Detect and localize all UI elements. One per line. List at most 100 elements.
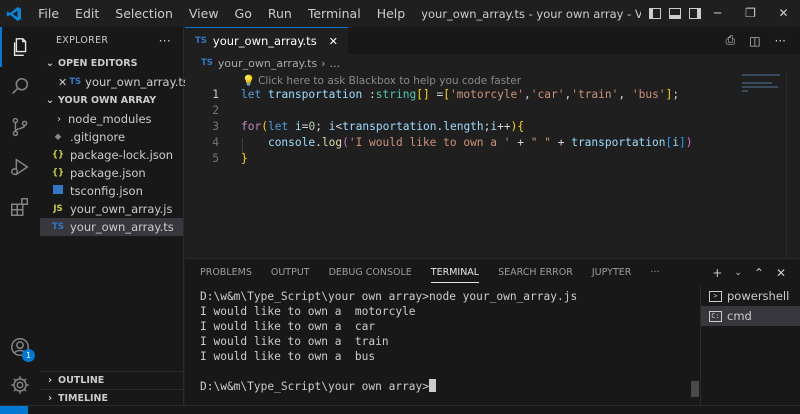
- line-number: 5: [212, 151, 219, 165]
- chevron-down-icon[interactable]: ⌄: [734, 268, 742, 278]
- tree-item-js-file[interactable]: JS your_own_array.js: [40, 200, 183, 218]
- explorer-title: EXPLORER: [56, 35, 109, 46]
- tree-item-node-modules[interactable]: › node_modules: [40, 110, 183, 128]
- bottom-panel: PROBLEMS OUTPUT DEBUG CONSOLE TERMINAL S…: [185, 258, 800, 406]
- editor-actions: ⎙ ◫ ···: [726, 27, 800, 54]
- terminal-line: I would like to own a train: [200, 335, 389, 348]
- status-bar: [0, 405, 800, 414]
- close-panel-icon[interactable]: ✕: [776, 266, 786, 280]
- tree-item-tsconfig[interactable]: tsconfig.json: [40, 182, 183, 200]
- chevron-right-icon: ›: [47, 393, 53, 404]
- panel-actions: + ⌄ ⌃ ✕: [712, 259, 786, 286]
- editor-scrollbar[interactable]: [786, 72, 800, 258]
- outline-section[interactable]: › OUTLINE: [40, 371, 184, 389]
- menu-edit[interactable]: Edit: [67, 0, 107, 27]
- menu-help[interactable]: Help: [369, 0, 414, 27]
- open-editor-label: your_own_array.ts: [85, 75, 189, 89]
- remote-indicator[interactable]: [0, 406, 28, 414]
- menu-go[interactable]: Go: [227, 0, 260, 27]
- source-control-icon[interactable]: [0, 107, 40, 147]
- close-icon[interactable]: ✕: [58, 76, 67, 89]
- more-actions-icon[interactable]: ···: [775, 34, 786, 48]
- menu-selection[interactable]: Selection: [107, 0, 181, 27]
- tab-search-error[interactable]: SEARCH ERROR: [498, 259, 573, 286]
- terminal-line: I would like to own a motorcyle: [200, 305, 416, 318]
- breadcrumb-file[interactable]: your_own_array.ts: [218, 57, 317, 70]
- tree-item-ts-file[interactable]: TS your_own_array.ts: [40, 218, 183, 236]
- files-icon[interactable]: [0, 27, 40, 67]
- close-icon[interactable]: ✕: [329, 35, 338, 48]
- menu-bar: File Edit Selection View Go Run Terminal…: [30, 0, 413, 27]
- menu-view[interactable]: View: [181, 0, 227, 27]
- run-debug-icon[interactable]: [0, 147, 40, 187]
- code-line: 3 for(let i=0; i<transportation.length;i…: [185, 118, 524, 134]
- accounts-icon[interactable]: 1: [0, 327, 40, 367]
- line-number: 1: [212, 87, 219, 101]
- folder-label: YOUR OWN ARRAY: [58, 95, 157, 106]
- menu-terminal[interactable]: Terminal: [300, 0, 369, 27]
- search-icon[interactable]: [0, 67, 40, 107]
- editor-tab-bar: TS your_own_array.ts ✕ ⎙ ◫ ···: [185, 27, 800, 54]
- terminal-line: D:\w&m\Type_Script\your own array>node y…: [200, 290, 578, 303]
- close-window-icon[interactable]: ✕: [767, 0, 800, 27]
- blackbox-icon[interactable]: ⎙: [726, 33, 736, 48]
- code-line: 5 }: [185, 150, 248, 166]
- window-controls: ─ ❐ ✕: [701, 0, 800, 27]
- timeline-label: TIMELINE: [58, 393, 108, 404]
- menu-file[interactable]: File: [30, 0, 67, 27]
- settings-icon[interactable]: [0, 365, 40, 405]
- editor-tab[interactable]: TS your_own_array.ts ✕: [185, 27, 348, 54]
- tab-terminal[interactable]: TERMINAL: [430, 259, 480, 286]
- terminal-output[interactable]: D:\w&m\Type_Script\your own array>node y…: [200, 289, 700, 394]
- maximize-panel-icon[interactable]: ⌃: [754, 266, 764, 280]
- open-editors-label: OPEN EDITORS: [58, 58, 138, 69]
- split-editor-icon[interactable]: ◫: [749, 34, 760, 48]
- toggle-secondary-sidebar-icon[interactable]: [689, 8, 701, 19]
- code-line: 2: [185, 102, 241, 118]
- tsconfig-file-icon: [50, 185, 66, 197]
- minimize-icon[interactable]: ─: [701, 0, 734, 27]
- new-terminal-icon[interactable]: +: [712, 266, 722, 280]
- chevron-right-icon: ›: [321, 56, 326, 70]
- terminal-item-cmd[interactable]: C: cmd: [701, 306, 800, 326]
- menu-run[interactable]: Run: [260, 0, 300, 27]
- toggle-sidebar-icon[interactable]: [649, 8, 661, 19]
- terminal-item-label: powershell: [727, 289, 790, 303]
- explorer-header: EXPLORER ···: [40, 27, 183, 54]
- layout-controls: [649, 8, 701, 19]
- terminal-cursor: [429, 379, 437, 392]
- restore-icon[interactable]: ❐: [734, 0, 767, 27]
- tree-item-gitignore[interactable]: ◆ .gitignore: [40, 128, 183, 146]
- code-text: }: [241, 151, 248, 165]
- terminal-item-powershell[interactable]: > powershell: [701, 286, 800, 306]
- more-tabs-icon[interactable]: ···: [650, 259, 659, 286]
- more-actions-icon[interactable]: ···: [159, 34, 171, 48]
- tree-item-package-json[interactable]: {} package.json: [40, 164, 183, 182]
- chevron-right-icon: ›: [47, 375, 53, 386]
- minimap[interactable]: [742, 74, 782, 94]
- tab-jupyter[interactable]: JUPYTER: [592, 259, 631, 286]
- extensions-icon[interactable]: [0, 187, 40, 227]
- accounts-badge: 1: [22, 349, 35, 362]
- terminal-line: I would like to own a car: [200, 320, 376, 333]
- open-editors-section[interactable]: ⌄ OPEN EDITORS: [40, 54, 183, 73]
- breadcrumb-more[interactable]: ...: [330, 57, 341, 70]
- vscode-logo-icon: [6, 3, 22, 25]
- code-editor[interactable]: 💡 Click here to ask Blackbox to help you …: [185, 72, 800, 258]
- terminal-scrollbar[interactable]: [691, 381, 699, 397]
- typescript-file-icon: TS: [52, 222, 64, 232]
- code-text: for(let i=0; i<transportation.length;i++…: [241, 119, 525, 133]
- tree-item-package-lock[interactable]: {} package-lock.json: [40, 146, 183, 164]
- tab-debug-console[interactable]: DEBUG CONSOLE: [329, 259, 412, 286]
- tab-problems[interactable]: PROBLEMS: [200, 259, 252, 286]
- toggle-panel-icon[interactable]: [669, 8, 681, 19]
- open-editor-item[interactable]: ✕ TS your_own_array.ts: [40, 73, 189, 91]
- javascript-file-icon: JS: [53, 204, 63, 214]
- terminal-list: > powershell C: cmd: [700, 286, 800, 406]
- tab-output[interactable]: OUTPUT: [271, 259, 310, 286]
- tree-item-label: your_own_array.js: [70, 202, 173, 216]
- code-line: 1 let transportation :string[] =['motorc…: [185, 86, 679, 102]
- code-text: console.log('I would like to own a ' + "…: [267, 135, 693, 149]
- folder-section[interactable]: ⌄ YOUR OWN ARRAY: [40, 91, 183, 110]
